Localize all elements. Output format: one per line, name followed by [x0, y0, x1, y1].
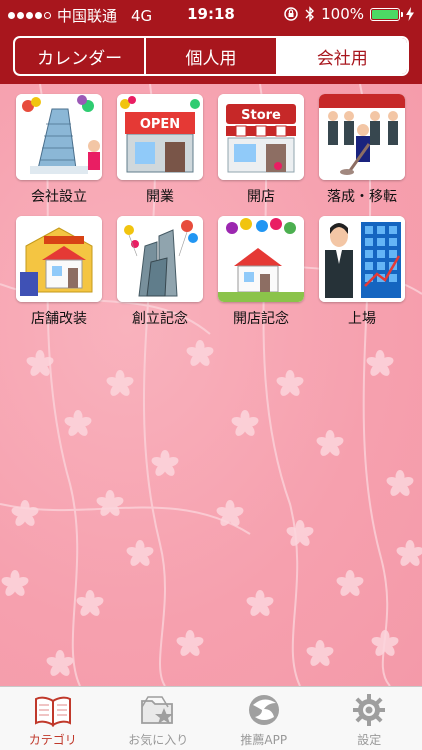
tab-label: お気に入り [128, 733, 189, 747]
open-shop-icon: OPEN [117, 94, 203, 180]
segmented-control: カレンダー 個人用 会社用 [13, 36, 409, 76]
tab-label: カテゴリ [28, 733, 77, 747]
battery-percent: 100% [321, 5, 364, 23]
orientation-lock-icon [284, 7, 298, 21]
category-label: 創立記念 [132, 311, 188, 327]
battery-icon [370, 7, 403, 21]
category-label: 開店 [247, 189, 275, 205]
segment-company[interactable]: 会社用 [277, 38, 407, 74]
category-label: 会社設立 [31, 189, 87, 205]
tab-settings[interactable]: 設定 [317, 687, 422, 750]
tab-favorites[interactable]: お気に入り [106, 687, 212, 750]
category-founding-anniversary[interactable]: 創立記念 [115, 216, 205, 328]
category-opening-anniversary[interactable]: 開店記念 [216, 216, 306, 328]
tab-category[interactable]: カテゴリ [0, 687, 106, 750]
stock-chart-icon [319, 216, 405, 302]
category-label: 開業 [146, 189, 174, 205]
svg-text:Store: Store [241, 108, 281, 123]
bluetooth-icon [305, 6, 315, 22]
store-icon: Store [218, 94, 304, 180]
svg-text:OPEN: OPEN [140, 117, 180, 132]
book-icon [33, 692, 73, 728]
category-label: 上場 [348, 311, 376, 327]
tab-label: 設定 [357, 733, 382, 747]
tab-label: 推薦APP [240, 733, 288, 747]
category-listing[interactable]: 上場 [317, 216, 407, 328]
category-store-renovation[interactable]: 店舗改装 [14, 216, 104, 328]
bird-logo-icon [244, 692, 284, 728]
status-bar: 中国联通 4G 19:18 100% [0, 0, 422, 28]
category-label: 店舗改装 [31, 311, 87, 327]
category-company-founding[interactable]: 会社設立 [14, 94, 104, 206]
tab-bar: カテゴリ お気に入り 推薦APP 設定 [0, 686, 422, 750]
charging-icon [406, 7, 414, 21]
header-bar: カレンダー 個人用 会社用 [0, 28, 422, 84]
category-label: 落成・移転 [327, 189, 397, 205]
folder-star-icon [138, 692, 178, 728]
house-renovation-icon [16, 216, 102, 302]
gear-icon [349, 692, 389, 728]
category-label: 開店記念 [233, 311, 289, 327]
segment-personal[interactable]: 個人用 [146, 38, 278, 74]
tab-recommended-apps[interactable]: 推薦APP [211, 687, 317, 750]
segment-calendar[interactable]: カレンダー [15, 38, 147, 74]
towers-balloons-icon [117, 216, 203, 302]
category-store-opening[interactable]: Store 開店 [216, 94, 306, 206]
ceremony-icon [319, 94, 405, 180]
house-balloons-icon [218, 216, 304, 302]
building-balloons-icon [16, 94, 102, 180]
category-area: 会社設立 OPEN 開業 Store 開店 落成・移転 店舗改装 創立記念 開店… [0, 84, 422, 686]
category-opening-business[interactable]: OPEN 開業 [115, 94, 205, 206]
category-completion-relocation[interactable]: 落成・移転 [317, 94, 407, 206]
